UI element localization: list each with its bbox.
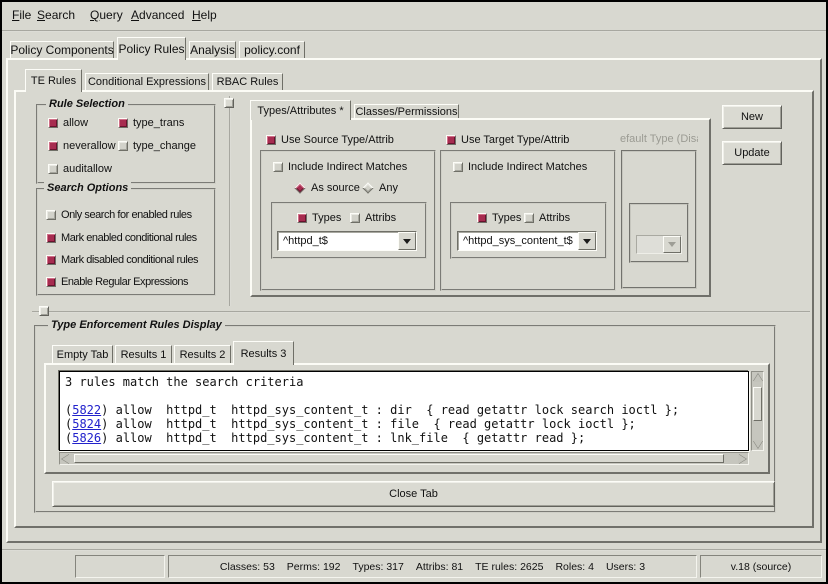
vscrollbar-thumb[interactable]	[753, 387, 762, 421]
tab-te-rules[interactable]: TE Rules	[25, 69, 82, 92]
tab-policy-rules-label: Policy Rules	[118, 42, 184, 56]
rule-number-link[interactable]: 5826	[72, 431, 101, 445]
rule-line: (5826) allow httpd_t httpd_sys_content_t…	[65, 431, 743, 445]
hscrollbar-thumb[interactable]	[74, 454, 724, 463]
tab-policy-rules[interactable]: Policy Rules	[117, 37, 186, 60]
close-tab-button[interactable]: Close Tab	[52, 481, 775, 507]
rule-line: (5822) allow httpd_t httpd_sys_content_t…	[65, 403, 743, 417]
rule-number-link[interactable]: 5824	[72, 417, 101, 431]
scroll-right-icon[interactable]	[738, 454, 746, 464]
tab-te-rules-label: TE Rules	[31, 75, 76, 87]
te-rules-content: Rule Selection allow type_trans neverall…	[0, 0, 828, 584]
results-summary-line: 3 rules match the search criteria	[65, 375, 743, 389]
results-content: 3 rules match the search criteria (5822)…	[0, 0, 828, 584]
results-hscrollbar[interactable]	[59, 452, 749, 465]
scroll-down-icon[interactable]	[753, 440, 763, 448]
scroll-up-icon[interactable]	[753, 374, 763, 382]
close-tab-button-label: Close Tab	[389, 488, 438, 500]
scroll-left-icon[interactable]	[62, 454, 70, 464]
results-text[interactable]: 3 rules match the search criteria (5822)…	[59, 371, 749, 451]
rule-line: (5824) allow httpd_t httpd_sys_content_t…	[65, 417, 743, 431]
apol-window: File Search Query Advanced Help Policy C…	[0, 0, 828, 584]
results-vscrollbar[interactable]	[751, 371, 764, 451]
rule-number-link[interactable]: 5822	[72, 403, 101, 417]
